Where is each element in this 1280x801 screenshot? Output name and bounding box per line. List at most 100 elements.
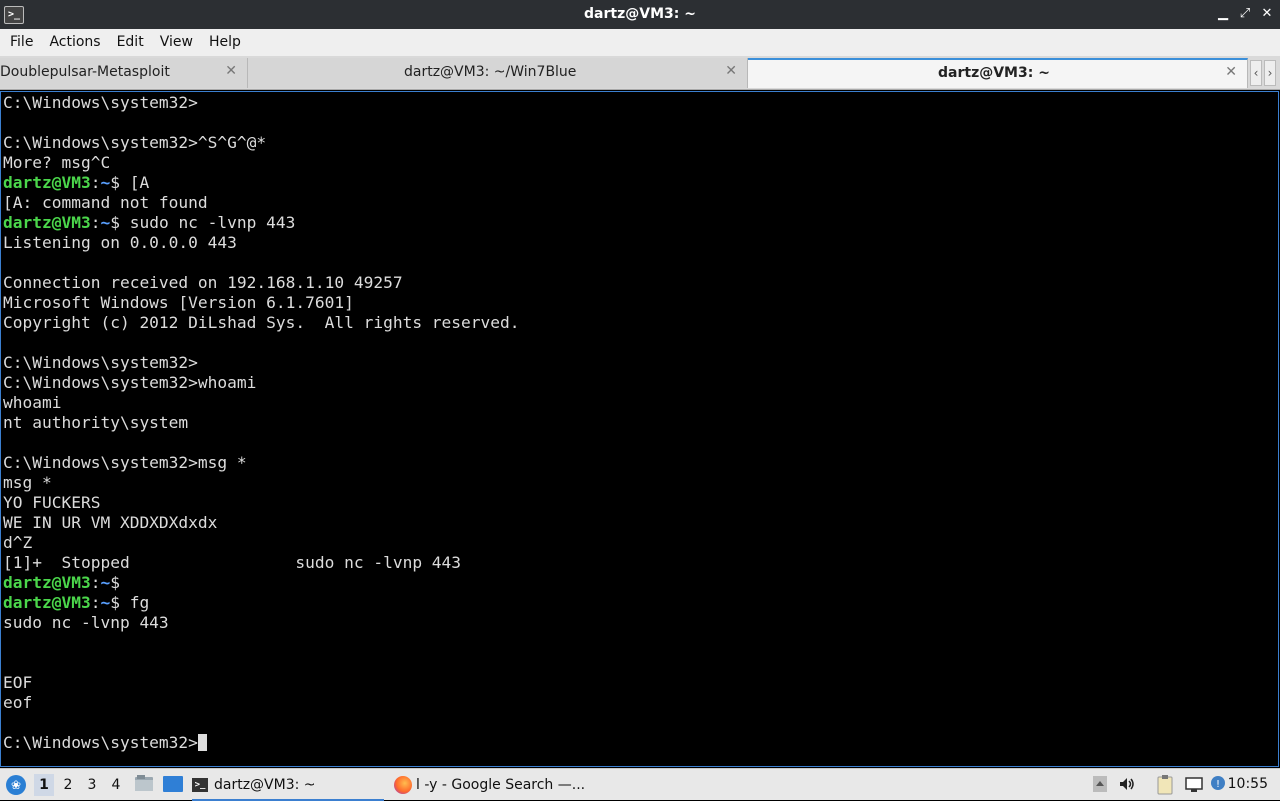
- terminal-output: C:\Windows\system32> C:\Windows\system32>…: [3, 93, 520, 753]
- taskbar: ❀ 1 2 3 4 >_ dartz@VM3: ~ l -y - Google S…: [0, 768, 1280, 801]
- minimize-icon[interactable]: ▁: [1216, 5, 1230, 23]
- tab-win7blue[interactable]: dartz@VM3: ~/Win7Blue ✕: [248, 58, 748, 88]
- tray-up-arrow-icon[interactable]: [1092, 775, 1110, 793]
- prompt-separator: :: [90, 213, 101, 232]
- menu-help[interactable]: Help: [201, 29, 249, 56]
- terminal-line: C:\Windows\system32>msg *: [3, 453, 520, 473]
- terminal-line: dartz@VM3:~$ [A: [3, 173, 520, 193]
- tab-label: dartz@VM3: ~/Win7Blue: [404, 64, 577, 80]
- line-text: Microsoft Windows [Version 6.1.7601]: [3, 293, 354, 312]
- workspace-1[interactable]: 1: [34, 774, 54, 796]
- terminal-line: EOF: [3, 673, 520, 693]
- maximize-icon[interactable]: ⤢: [1238, 5, 1252, 23]
- prompt-path: ~: [100, 593, 111, 612]
- terminal-line: msg *: [3, 473, 520, 493]
- window-title: dartz@VM3: ~: [584, 6, 696, 22]
- menu-actions[interactable]: Actions: [41, 29, 108, 56]
- tab-close-icon[interactable]: ✕: [225, 63, 237, 79]
- clock[interactable]: 10:55: [1228, 769, 1268, 800]
- tab-doublepulsar-metasploit[interactable]: Doublepulsar-Metasploit ✕: [0, 58, 248, 88]
- terminal-line: C:\Windows\system32>: [3, 733, 520, 753]
- task-terminal[interactable]: >_ dartz@VM3: ~: [192, 771, 384, 801]
- firefox-icon: [394, 776, 412, 794]
- terminal-line: YO FUCKERS: [3, 493, 520, 513]
- terminal-line: [1]+ Stopped sudo nc -lvnp 443: [3, 553, 520, 573]
- prompt-separator: :: [90, 173, 101, 192]
- workspace-3[interactable]: 3: [82, 774, 102, 796]
- terminal-line: C:\Windows\system32>whoami: [3, 373, 520, 393]
- line-text: Listening on 0.0.0.0 443: [3, 233, 237, 252]
- line-text: Copyright (c) 2012 DiLshad Sys. All righ…: [3, 313, 520, 332]
- terminal-line: More? msg^C: [3, 153, 520, 173]
- line-text: $ fg: [110, 593, 150, 612]
- terminal-line: Microsoft Windows [Version 6.1.7601]: [3, 293, 520, 313]
- prompt-path: ~: [100, 573, 111, 592]
- terminal-line: Copyright (c) 2012 DiLshad Sys. All righ…: [3, 313, 520, 333]
- line-text: $ [A: [110, 173, 150, 192]
- menu-view[interactable]: View: [152, 29, 201, 56]
- close-icon[interactable]: ✕: [1260, 5, 1274, 23]
- terminal-line: dartz@VM3:~$ sudo nc -lvnp 443: [3, 213, 520, 233]
- line-text: whoami: [3, 393, 62, 412]
- workspace-4[interactable]: 4: [106, 774, 126, 796]
- terminal-line: dartz@VM3:~$: [3, 573, 520, 593]
- line-text: C:\Windows\system32>: [3, 733, 198, 752]
- line-text: sudo nc -lvnp 443: [3, 613, 169, 632]
- menu-file[interactable]: File: [2, 29, 41, 56]
- tab-label: Doublepulsar-Metasploit: [0, 64, 170, 80]
- prompt-user: dartz@VM3: [3, 593, 91, 612]
- file-manager-icon[interactable]: [134, 775, 154, 793]
- prompt-path: ~: [100, 173, 111, 192]
- tab-close-icon[interactable]: ✕: [725, 63, 737, 79]
- prompt-user: dartz@VM3: [3, 213, 91, 232]
- tab-home-active[interactable]: dartz@VM3: ~ ✕: [748, 58, 1248, 88]
- window-titlebar[interactable]: >_ dartz@VM3: ~ ▁ ⤢ ✕: [0, 0, 1280, 29]
- tab-label: dartz@VM3: ~: [938, 65, 1050, 81]
- terminal-line: dartz@VM3:~$ fg: [3, 593, 520, 613]
- clipboard-icon[interactable]: [1156, 775, 1174, 795]
- menu-bar: File Actions Edit View Help: [0, 29, 1280, 56]
- terminal-line: [A: command not found: [3, 193, 520, 213]
- task-firefox[interactable]: l -y - Google Search —...: [394, 771, 594, 799]
- workspace-2[interactable]: 2: [58, 774, 78, 796]
- tab-scroll-right-icon[interactable]: ›: [1264, 60, 1276, 86]
- line-text: YO FUCKERS: [3, 493, 101, 512]
- line-text: C:\Windows\system32>: [3, 353, 198, 372]
- terminal-line: Connection received on 192.168.1.10 4925…: [3, 273, 520, 293]
- line-text: C:\Windows\system32>^S^G^@*: [3, 133, 267, 152]
- line-text: $: [110, 573, 120, 592]
- tab-bar: Doublepulsar-Metasploit ✕ dartz@VM3: ~/W…: [0, 56, 1280, 90]
- tab-scroll-left-icon[interactable]: ‹: [1250, 60, 1262, 86]
- prompt-user: dartz@VM3: [3, 173, 91, 192]
- start-menu-icon[interactable]: ❀: [6, 775, 26, 795]
- line-text: [1]+ Stopped sudo nc -lvnp 443: [3, 553, 462, 572]
- terminal-line: C:\Windows\system32>^S^G^@*: [3, 133, 520, 153]
- terminal-line: d^Z: [3, 533, 520, 553]
- line-text: $ sudo nc -lvnp 443: [110, 213, 296, 232]
- task-label: dartz@VM3: ~: [214, 777, 316, 793]
- prompt-separator: :: [90, 593, 101, 612]
- prompt-user: dartz@VM3: [3, 573, 91, 592]
- terminal-view[interactable]: C:\Windows\system32> C:\Windows\system32>…: [0, 91, 1279, 767]
- tab-close-icon[interactable]: ✕: [1225, 64, 1237, 80]
- line-text: C:\Windows\system32>whoami: [3, 373, 257, 392]
- terminal-line: eof: [3, 693, 520, 713]
- prompt-separator: :: [90, 573, 101, 592]
- line-text: C:\Windows\system32>: [3, 93, 198, 112]
- volume-icon[interactable]: [1118, 775, 1136, 793]
- menu-edit[interactable]: Edit: [109, 29, 152, 56]
- line-text: nt authority\system: [3, 413, 189, 432]
- update-notifier-icon[interactable]: !: [1210, 775, 1228, 793]
- terminal-line: sudo nc -lvnp 443: [3, 613, 520, 633]
- network-icon[interactable]: [1184, 775, 1203, 793]
- line-text: More? msg^C: [3, 153, 111, 172]
- terminal-line: Listening on 0.0.0.0 443: [3, 233, 520, 253]
- text-cursor: [197, 734, 207, 751]
- line-text: WE IN UR VM XDDXDXdxdx: [3, 513, 218, 532]
- show-desktop-icon[interactable]: [162, 775, 183, 793]
- terminal-line: C:\Windows\system32>: [3, 93, 520, 113]
